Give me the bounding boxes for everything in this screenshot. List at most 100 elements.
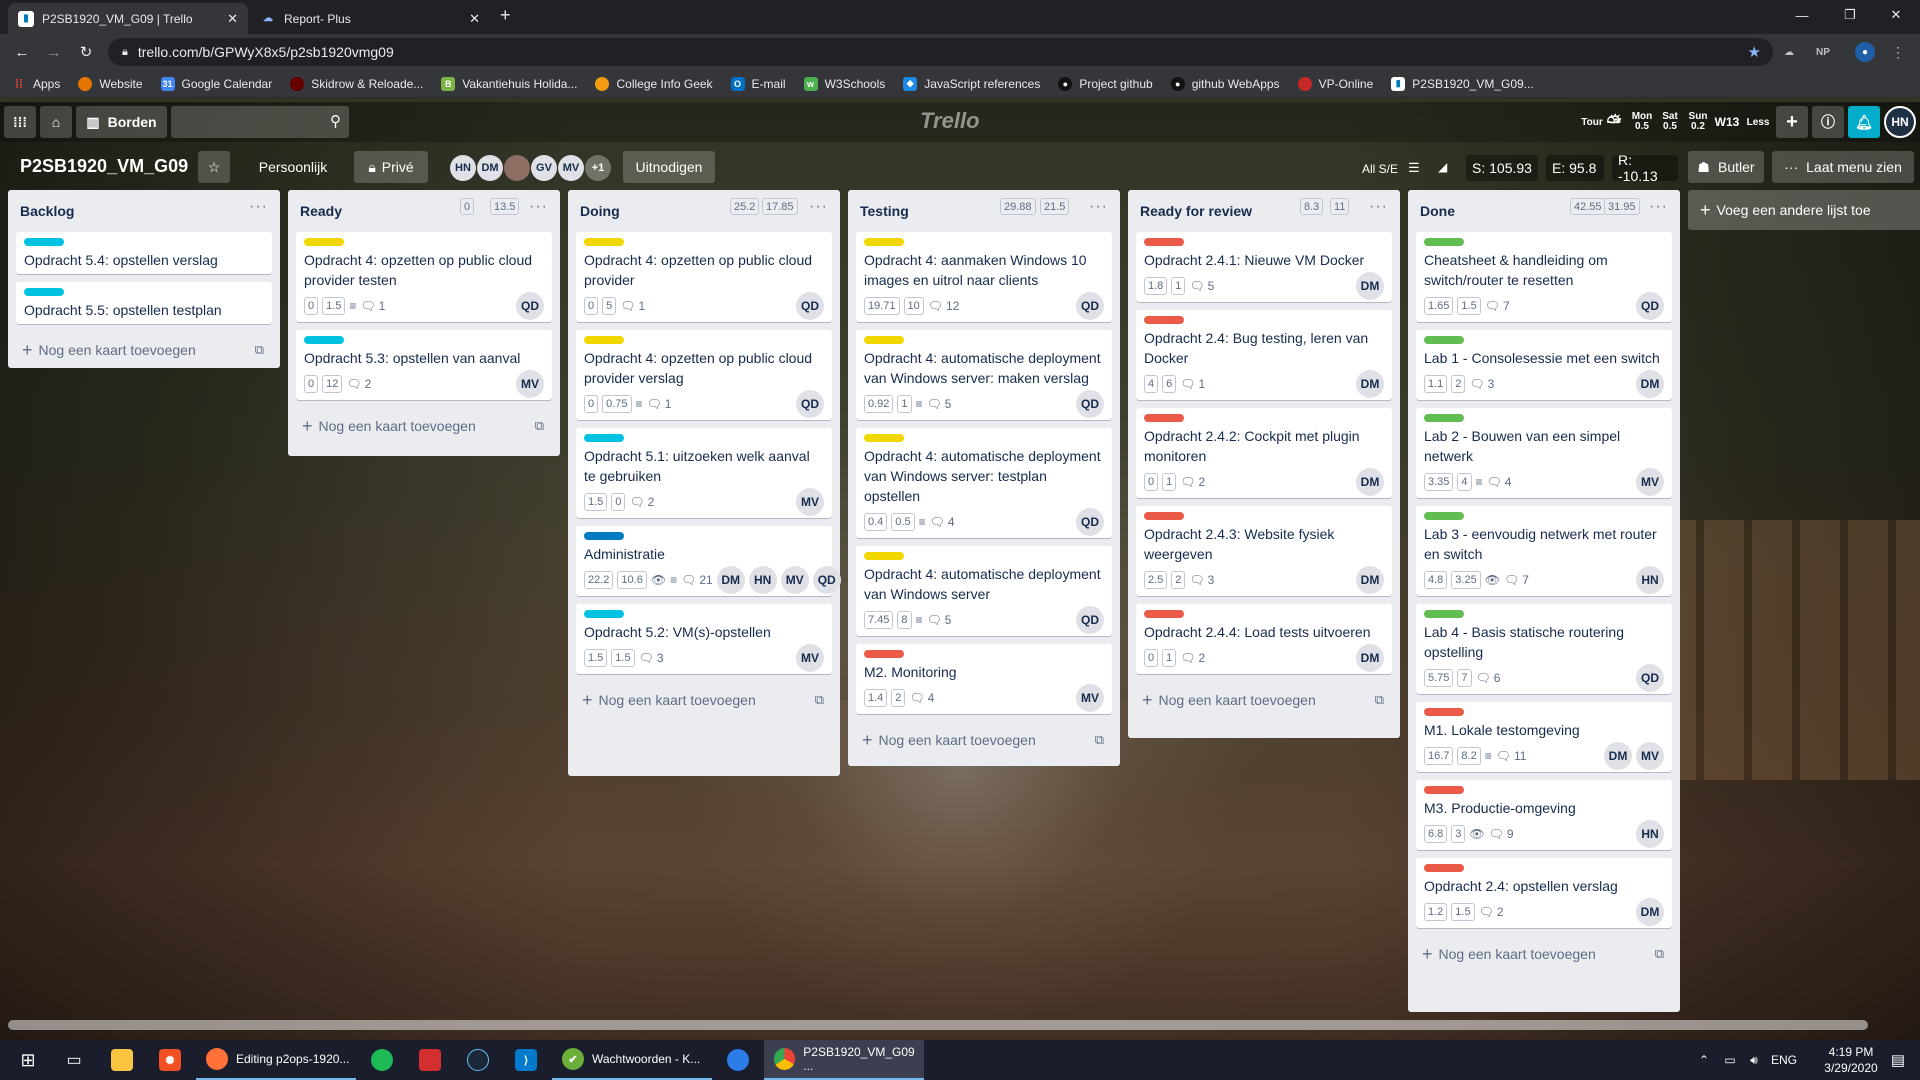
card-member-avatar[interactable]: HN: [1636, 820, 1664, 848]
bookmark-vp-online[interactable]: VP-Online: [1297, 76, 1373, 91]
language-indicator[interactable]: ENG: [1766, 1040, 1802, 1080]
card-label[interactable]: [584, 434, 624, 442]
card[interactable]: M1. Lokale testomgeving 16.7 8.2 ≡ 🗨︎ 11 DM MV: [1416, 702, 1672, 772]
add-card-button[interactable]: + Nog een kaart toevoegen ⧉: [856, 722, 1112, 758]
card-member-avatar[interactable]: HN: [748, 566, 777, 594]
card-label[interactable]: [584, 336, 624, 344]
messenger-icon[interactable]: [716, 1040, 760, 1080]
card[interactable]: Lab 3 - eenvoudig netwerk met router en …: [1416, 506, 1672, 596]
list-menu-icon[interactable]: ···: [1369, 198, 1388, 216]
card-label[interactable]: [1424, 336, 1464, 344]
list-title[interactable]: Ready: [300, 203, 342, 219]
list-icon[interactable]: ☰: [1408, 160, 1420, 176]
card-member-avatar[interactable]: DM: [1356, 370, 1384, 398]
add-card-button[interactable]: + Nog een kaart toevoegen ⧉: [1136, 682, 1392, 718]
visibility-button[interactable]: 🔒︎ Privé: [354, 151, 428, 183]
windows-start-icon[interactable]: ⊞: [6, 1040, 50, 1080]
close-tab-icon[interactable]: ✕: [227, 11, 238, 27]
notifications-bell-icon[interactable]: 🔔︎: [1848, 106, 1880, 138]
card-member-avatar[interactable]: QD: [796, 292, 824, 320]
card[interactable]: Cheatsheet & handleiding om switch/route…: [1416, 232, 1672, 322]
taskbar-app-chrome[interactable]: P2SB1920_VM_G09 ...: [764, 1040, 924, 1080]
app-orange-icon[interactable]: ✺: [148, 1040, 192, 1080]
member-avatar[interactable]: DM: [477, 155, 503, 181]
card-label[interactable]: [1424, 864, 1464, 872]
card[interactable]: Opdracht 5.4: opstellen verslag: [16, 232, 272, 274]
member-avatar[interactable]: GV: [531, 155, 557, 181]
card[interactable]: Opdracht 5.5: opstellen testplan: [16, 282, 272, 324]
bookmark-google-calendar[interactable]: 31 Google Calendar: [160, 76, 272, 91]
invite-button[interactable]: Uitnodigen: [623, 151, 715, 183]
bookmark-apps[interactable]: ⁞⁞ Apps: [12, 77, 60, 91]
card-label[interactable]: [1144, 414, 1184, 422]
address-bar[interactable]: 🔒︎ trello.com/b/GPWyX8x5/p2sb1920vmg09 ★: [108, 38, 1773, 66]
card[interactable]: Lab 1 - Consolesessie met een switch 1.1 2…: [1416, 330, 1672, 400]
card-member-avatar[interactable]: MV: [1636, 468, 1664, 496]
card-label[interactable]: [864, 434, 904, 442]
card[interactable]: Opdracht 2.4: Bug testing, leren van Doc…: [1136, 310, 1392, 400]
card-label[interactable]: [584, 532, 624, 540]
bookmark-star-icon[interactable]: ★: [1748, 43, 1761, 61]
add-card-button[interactable]: + Nog een kaart toevoegen ⧉: [16, 332, 272, 368]
card-label[interactable]: [1424, 610, 1464, 618]
home-icon[interactable]: ⌂: [40, 106, 72, 138]
close-window-icon[interactable]: ✕: [1874, 0, 1918, 30]
card-label[interactable]: [1424, 786, 1464, 794]
card-label[interactable]: [304, 238, 344, 246]
card-label[interactable]: [304, 336, 344, 344]
restore-icon[interactable]: ❐: [1828, 0, 1872, 30]
card-label[interactable]: [1424, 414, 1464, 422]
card-member-avatar[interactable]: DM: [1636, 370, 1664, 398]
list-title[interactable]: Backlog: [20, 203, 74, 219]
star-board-icon[interactable]: ☆: [198, 151, 230, 183]
card-label[interactable]: [1144, 512, 1184, 520]
member-avatar[interactable]: MV: [558, 155, 584, 181]
steam-icon[interactable]: [456, 1040, 500, 1080]
network-icon[interactable]: ▭: [1720, 1040, 1740, 1080]
close-tab-icon[interactable]: ✕: [469, 11, 480, 27]
card-label[interactable]: [1144, 238, 1184, 246]
card-member-avatar[interactable]: QD: [1076, 606, 1104, 634]
spotify-icon[interactable]: [360, 1040, 404, 1080]
card-label[interactable]: [584, 238, 624, 246]
card-member-avatar[interactable]: DM: [1356, 644, 1384, 672]
bookmark-email[interactable]: O E-mail: [730, 76, 786, 91]
add-list-button[interactable]: + Voeg een andere lijst toe: [1688, 190, 1920, 230]
apps-grid-icon[interactable]: ⁞⁞⁞: [4, 106, 36, 138]
list-header[interactable]: Ready 0 13.5 ···: [296, 190, 552, 232]
card-member-avatar[interactable]: HN: [1636, 566, 1664, 594]
list-menu-icon[interactable]: ···: [249, 198, 268, 216]
card-member-avatar[interactable]: MV: [1076, 684, 1104, 712]
card-member-avatar[interactable]: QD: [812, 566, 841, 594]
popcorn-icon[interactable]: [408, 1040, 452, 1080]
card[interactable]: Administratie 22.2 10.6 👁︎ ≡ 🗨︎ 21 DM HN MV QD: [576, 526, 841, 596]
show-menu-button[interactable]: ··· Laat menu zien: [1772, 151, 1914, 183]
card-label[interactable]: [864, 336, 904, 344]
bookmark-project-github[interactable]: ● Project github: [1058, 76, 1153, 91]
card-member-avatar[interactable]: DM: [716, 566, 745, 594]
card-label[interactable]: [864, 238, 904, 246]
bookmark-vakantiehuis[interactable]: B Vakantiehuis Holida...: [441, 76, 577, 91]
card[interactable]: Opdracht 4: opzetten op public cloud pro…: [576, 232, 832, 322]
list-header[interactable]: Done 42.55 31.95 ···: [1416, 190, 1672, 232]
chart-icon[interactable]: ◢: [1438, 160, 1447, 174]
horizontal-scrollbar[interactable]: [8, 1020, 1868, 1030]
card-member-avatar[interactable]: MV: [1636, 742, 1664, 770]
list-header[interactable]: Doing 25.2 17.85 ···: [576, 190, 832, 232]
card-label[interactable]: [1424, 238, 1464, 246]
card-label[interactable]: [584, 610, 624, 618]
card[interactable]: Opdracht 5.3: opstellen van aanval 0 12 🗨︎ 2…: [296, 330, 552, 400]
minimize-icon[interactable]: —: [1780, 0, 1824, 30]
card[interactable]: Opdracht 2.4.4: Load tests uitvoeren 0 1 🗨︎…: [1136, 604, 1392, 674]
extension-np-icon[interactable]: NP: [1810, 42, 1836, 62]
new-tab-button[interactable]: +: [500, 5, 511, 26]
team-button[interactable]: Persoonlijk: [244, 151, 342, 183]
card[interactable]: M3. Productie-omgeving 6.8 3 👁︎ 🗨︎ 9 HN: [1416, 780, 1672, 850]
card[interactable]: Opdracht 4: automatische deployment van …: [856, 330, 1112, 420]
member-avatar[interactable]: HN: [450, 155, 476, 181]
card-member-avatar[interactable]: MV: [796, 644, 824, 672]
info-icon[interactable]: ⓘ: [1812, 106, 1844, 138]
card[interactable]: Lab 2 - Bouwen van een simpel netwerk 3.3…: [1416, 408, 1672, 498]
list-menu-icon[interactable]: ···: [809, 198, 828, 216]
card-label[interactable]: [1144, 316, 1184, 324]
